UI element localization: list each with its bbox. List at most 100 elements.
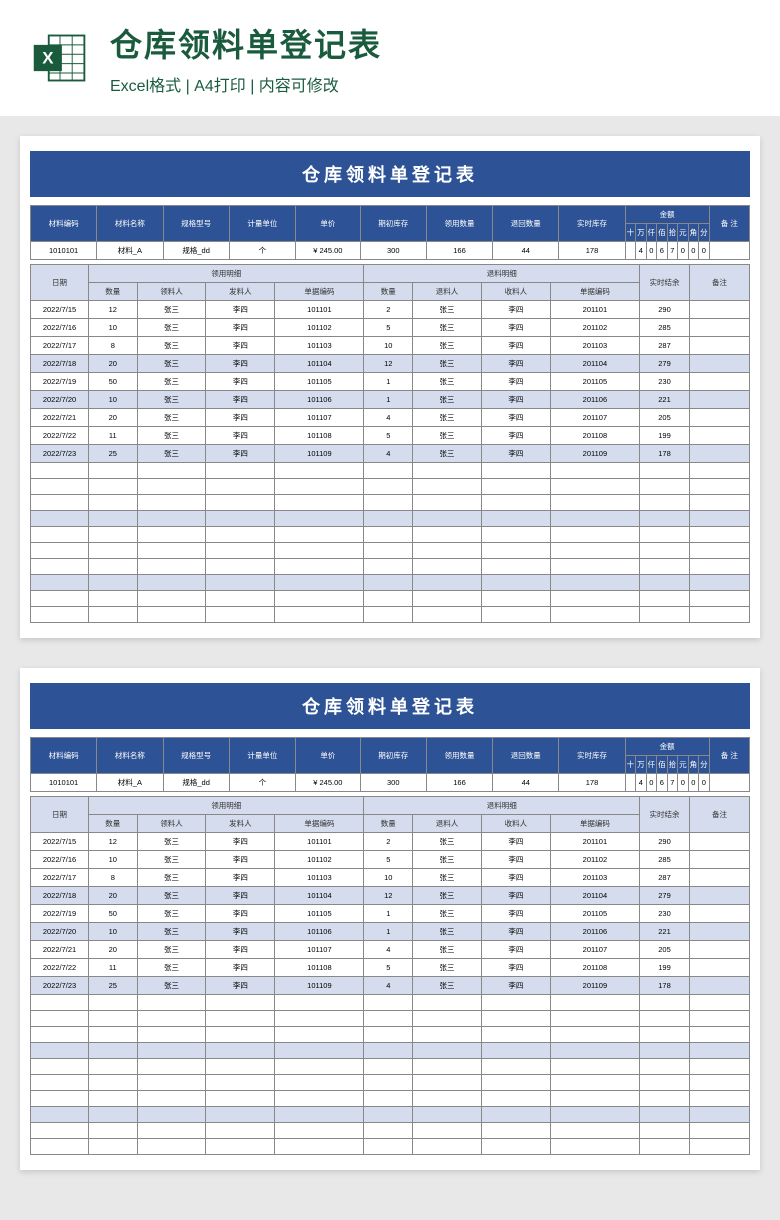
empty-cell bbox=[640, 591, 690, 607]
cell-balance: 199 bbox=[640, 427, 690, 445]
col-issue-qty: 领用数量 bbox=[426, 738, 492, 774]
empty-cell bbox=[364, 995, 413, 1011]
cell-return-qty: 12 bbox=[364, 887, 413, 905]
cell-balance: 178 bbox=[640, 445, 690, 463]
empty-cell bbox=[413, 1011, 482, 1027]
empty-cell bbox=[89, 511, 138, 527]
cell-remark bbox=[690, 373, 750, 391]
empty-cell bbox=[640, 527, 690, 543]
amount-unit: 元 bbox=[678, 224, 689, 242]
empty-cell bbox=[206, 527, 275, 543]
sheet-2: 仓库领料单登记表材料编码材料名称规格型号计量单位单价期初库存领用数量退回数量实时… bbox=[20, 668, 760, 1170]
empty-cell bbox=[690, 1027, 750, 1043]
empty-cell bbox=[31, 1027, 89, 1043]
table-row: 2022/7/1610张三李四1011025张三李四201102285 bbox=[31, 319, 750, 337]
cell-date: 2022/7/15 bbox=[31, 301, 89, 319]
val-issue-qty: 166 bbox=[426, 774, 492, 792]
empty-cell bbox=[89, 559, 138, 575]
cell-receiver: 李四 bbox=[481, 851, 550, 869]
main-title: 仓库领料单登记表 bbox=[110, 20, 750, 66]
empty-cell bbox=[364, 495, 413, 511]
col-spec: 规格型号 bbox=[163, 738, 229, 774]
empty-cell bbox=[690, 479, 750, 495]
empty-cell bbox=[137, 559, 206, 575]
empty-cell bbox=[31, 511, 89, 527]
svg-text:X: X bbox=[42, 49, 54, 68]
cell-return-qty: 1 bbox=[364, 373, 413, 391]
col-spec: 规格型号 bbox=[163, 206, 229, 242]
empty-cell bbox=[89, 1043, 138, 1059]
empty-cell bbox=[137, 591, 206, 607]
cell-issuer: 张三 bbox=[137, 391, 206, 409]
amount-unit: 元 bbox=[678, 756, 689, 774]
empty-cell bbox=[550, 591, 639, 607]
empty-cell bbox=[640, 1043, 690, 1059]
amount-unit: 十 bbox=[625, 756, 636, 774]
col-issuer: 领料人 bbox=[137, 283, 206, 301]
table-row: 2022/7/2010张三李四1011061张三李四201106221 bbox=[31, 391, 750, 409]
table-row: 2022/7/2211张三李四1011085张三李四201108199 bbox=[31, 959, 750, 977]
table-row: 2022/7/2010张三李四1011061张三李四201106221 bbox=[31, 923, 750, 941]
cell-receiver: 李四 bbox=[481, 355, 550, 373]
cell-returner: 张三 bbox=[413, 355, 482, 373]
cell-issuer: 张三 bbox=[137, 337, 206, 355]
empty-cell bbox=[89, 479, 138, 495]
val-initial-stock: 300 bbox=[360, 774, 426, 792]
empty-cell bbox=[481, 1059, 550, 1075]
cell-return-qty: 4 bbox=[364, 445, 413, 463]
empty-cell bbox=[413, 1043, 482, 1059]
amount-digit: 6 bbox=[657, 774, 668, 792]
amount-digit bbox=[625, 774, 636, 792]
cell-balance: 205 bbox=[640, 409, 690, 427]
cell-receiver: 李四 bbox=[481, 923, 550, 941]
cell-issue-docno: 101101 bbox=[275, 301, 364, 319]
empty-cell bbox=[550, 1011, 639, 1027]
empty-cell bbox=[550, 1139, 639, 1155]
cell-receiver: 李四 bbox=[481, 941, 550, 959]
empty-cell bbox=[137, 1011, 206, 1027]
sub-title: Excel格式 | A4打印 | 内容可修改 bbox=[110, 72, 750, 96]
col-return-group: 退料明细 bbox=[364, 797, 640, 815]
empty-cell bbox=[137, 1139, 206, 1155]
table-row: 2022/7/1950张三李四1011051张三李四201105230 bbox=[31, 905, 750, 923]
cell-issuer: 张三 bbox=[137, 319, 206, 337]
table-row bbox=[31, 543, 750, 559]
empty-cell bbox=[206, 463, 275, 479]
cell-returner: 张三 bbox=[413, 445, 482, 463]
col-real-stock: 实时库存 bbox=[559, 206, 625, 242]
cell-remark bbox=[690, 319, 750, 337]
empty-cell bbox=[481, 543, 550, 559]
cell-balance: 285 bbox=[640, 851, 690, 869]
col-price: 单价 bbox=[296, 738, 361, 774]
cell-date: 2022/7/19 bbox=[31, 905, 89, 923]
empty-cell bbox=[364, 479, 413, 495]
empty-cell bbox=[690, 1107, 750, 1123]
cell-issue-docno: 101109 bbox=[275, 445, 364, 463]
cell-return-docno: 201108 bbox=[550, 427, 639, 445]
cell-issue-qty: 25 bbox=[89, 977, 138, 995]
table-row bbox=[31, 575, 750, 591]
empty-cell bbox=[550, 527, 639, 543]
cell-issue-qty: 11 bbox=[89, 959, 138, 977]
cell-date: 2022/7/19 bbox=[31, 373, 89, 391]
val-unit: 个 bbox=[229, 774, 295, 792]
col-issue-group: 领用明细 bbox=[89, 797, 364, 815]
empty-cell bbox=[550, 1027, 639, 1043]
val-real-stock: 178 bbox=[559, 774, 625, 792]
empty-cell bbox=[206, 575, 275, 591]
amount-digit: 0 bbox=[678, 242, 689, 260]
empty-cell bbox=[137, 575, 206, 591]
col-balance: 实时结余 bbox=[640, 265, 690, 301]
cell-sender: 李四 bbox=[206, 905, 275, 923]
amount-digit: 0 bbox=[646, 774, 657, 792]
col-balance: 实时结余 bbox=[640, 797, 690, 833]
cell-issuer: 张三 bbox=[137, 923, 206, 941]
cell-sender: 李四 bbox=[206, 923, 275, 941]
cell-receiver: 李四 bbox=[481, 977, 550, 995]
cell-sender: 李四 bbox=[206, 427, 275, 445]
cell-return-qty: 5 bbox=[364, 319, 413, 337]
cell-return-docno: 201106 bbox=[550, 923, 639, 941]
empty-cell bbox=[690, 591, 750, 607]
cell-returner: 张三 bbox=[413, 941, 482, 959]
cell-issue-docno: 101103 bbox=[275, 869, 364, 887]
